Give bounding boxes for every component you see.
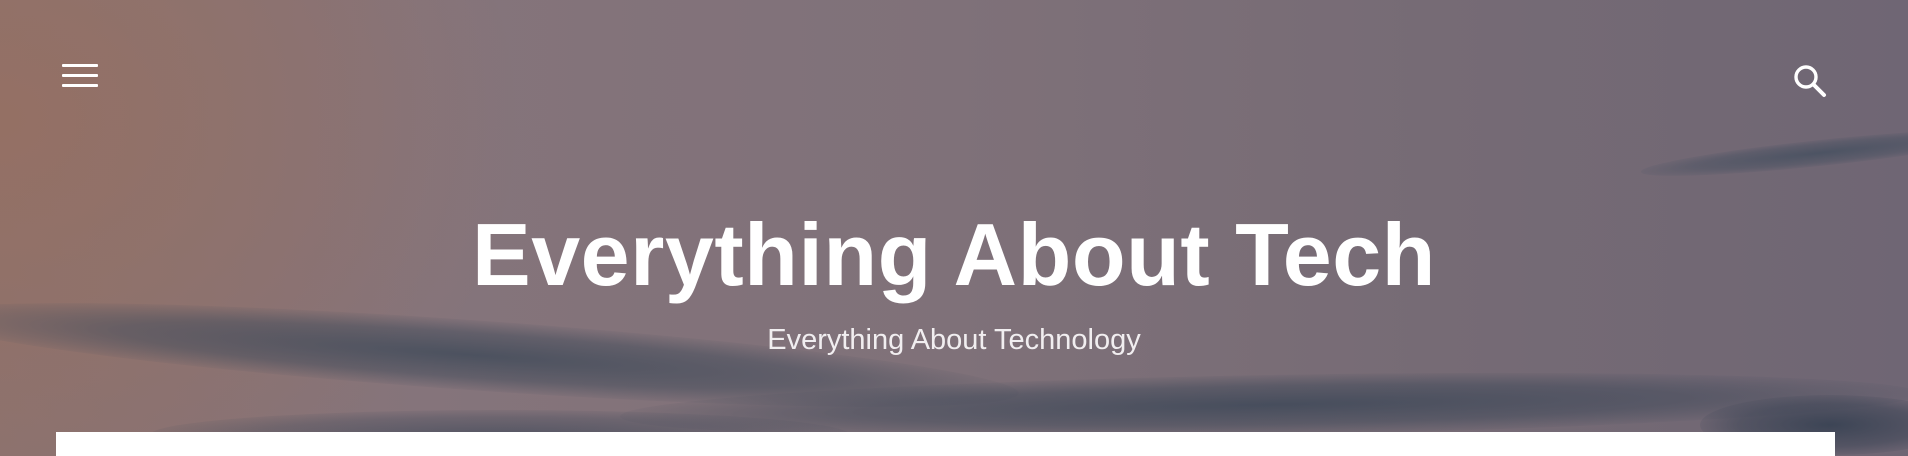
cloud-band bbox=[1639, 121, 1908, 185]
site-branding: Everything About Tech Everything About T… bbox=[0, 200, 1908, 358]
hamburger-menu-icon bbox=[62, 84, 98, 87]
hamburger-menu-icon bbox=[62, 74, 98, 77]
search-toggle-button[interactable] bbox=[1789, 60, 1833, 104]
menu-toggle-button[interactable] bbox=[58, 60, 102, 94]
site-title[interactable]: Everything About Tech bbox=[0, 200, 1908, 310]
content-card bbox=[56, 432, 1835, 456]
hamburger-menu-icon bbox=[62, 64, 98, 67]
site-description: Everything About Technology bbox=[767, 324, 1141, 356]
search-icon bbox=[1794, 65, 1826, 97]
